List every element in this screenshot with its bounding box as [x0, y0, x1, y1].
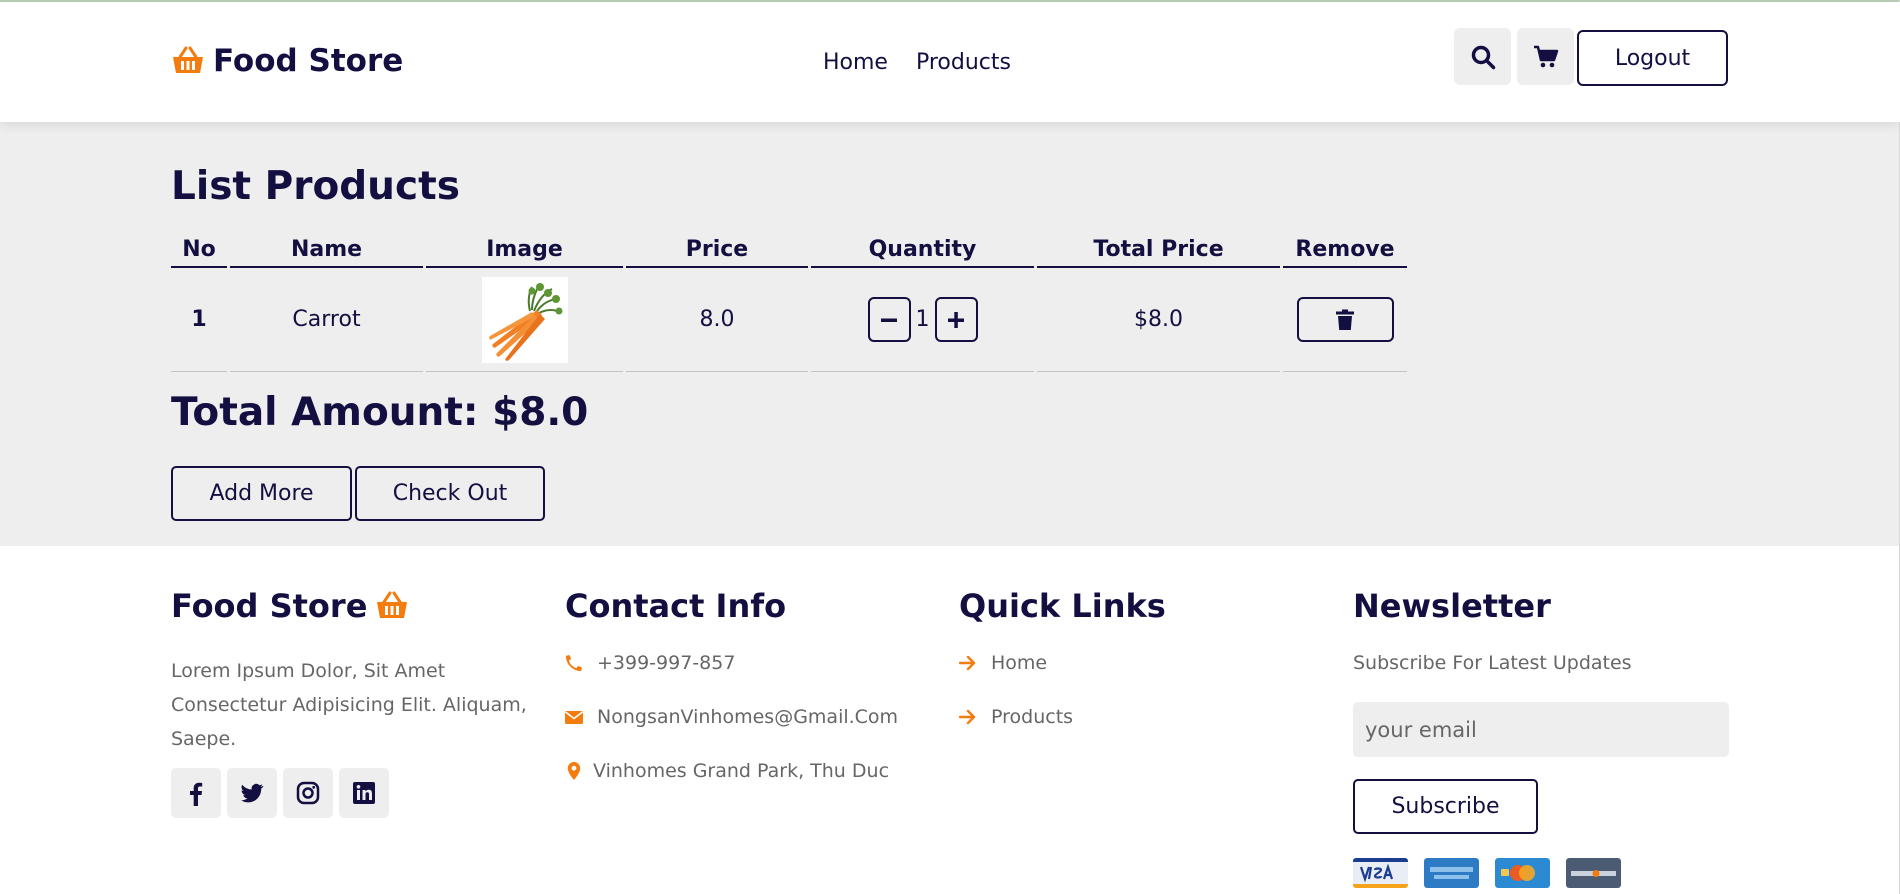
col-header-price: Price [626, 228, 808, 268]
col-header-remove: Remove [1283, 228, 1407, 268]
col-header-name: Name [230, 228, 423, 268]
quicklink-home[interactable]: Home [959, 648, 1166, 678]
footer-brand-description: Lorem Ipsum Dolor, Sit Amet Consectetur … [171, 660, 527, 750]
quantity-stepper: 1 [867, 297, 978, 342]
footer-newsletter-column: Newsletter Subscribe For Latest Updates … [1353, 586, 1729, 888]
trash-icon [1336, 309, 1354, 330]
mastercard-icon [1495, 858, 1550, 888]
quicklinks-list: Home Products [959, 648, 1166, 732]
minus-icon [881, 318, 897, 322]
cart-button[interactable] [1517, 28, 1574, 85]
nav-home[interactable]: Home [823, 50, 888, 75]
contact-phone-text: +399-997-857 [597, 652, 736, 674]
row-price: 8.0 [626, 268, 808, 372]
basket-icon [377, 591, 408, 618]
discover-card-icon [1566, 858, 1621, 888]
quicklinks-title: Quick Links [959, 587, 1166, 625]
brand-logo[interactable]: Food Store [171, 43, 403, 79]
facebook-icon [190, 782, 203, 806]
contact-email-text: NongsanVinhomes@Gmail.Com [597, 706, 899, 728]
quicklink-home-label: Home [991, 652, 1048, 674]
envelope-icon [565, 711, 583, 724]
nav-products[interactable]: Products [916, 50, 1011, 75]
linkedin-icon [353, 782, 375, 804]
instagram-link[interactable] [283, 768, 333, 818]
cart-icon [1533, 45, 1558, 67]
decrease-quantity-button[interactable] [867, 297, 911, 342]
subscribe-button[interactable]: Subscribe [1353, 779, 1538, 834]
amex-card-icon [1424, 858, 1479, 888]
row-quantity-cell: 1 [811, 268, 1034, 372]
twitter-link[interactable] [227, 768, 277, 818]
payment-cards [1353, 858, 1729, 888]
brand-name: Food Store [213, 43, 404, 79]
site-footer: Food Store Lorem Ipsum Dolor, Sit Amet C… [0, 546, 1899, 894]
row-name: Carrot [230, 268, 423, 372]
table-row: 1 Carrot 8.0 1 $8.0 [171, 268, 1407, 372]
contact-title: Contact Info [565, 587, 787, 625]
quicklink-products-label: Products [991, 706, 1074, 728]
newsletter-subtitle: Subscribe For Latest Updates [1353, 652, 1632, 674]
main-nav: Home Products [823, 50, 1011, 75]
footer-quicklinks-column: Quick Links Home Products [959, 586, 1166, 732]
site-header: Food Store Home Products Logout [0, 2, 1900, 122]
remove-item-button[interactable] [1296, 297, 1394, 342]
plus-icon [948, 311, 964, 328]
contact-list: +399-997-857 NongsanVinhomes@Gmail.Com V… [565, 648, 898, 786]
footer-brand-title: Food Store [171, 586, 541, 626]
facebook-link[interactable] [171, 768, 221, 818]
page-title: List Products [171, 164, 460, 209]
contact-phone[interactable]: +399-997-857 [565, 648, 898, 678]
col-header-image: Image [426, 228, 623, 268]
row-total-price: $8.0 [1037, 268, 1280, 372]
add-more-button[interactable]: Add More [171, 466, 352, 521]
instagram-icon [296, 781, 320, 805]
social-links [171, 768, 541, 818]
total-amount: Total Amount: $8.0 [171, 390, 589, 435]
quicklink-products[interactable]: Products [959, 702, 1166, 732]
linkedin-link[interactable] [339, 768, 389, 818]
products-table: No Name Image Price Quantity Total Price… [168, 228, 1410, 372]
col-header-no: No [171, 228, 227, 268]
phone-icon [565, 655, 582, 672]
map-marker-icon [567, 762, 581, 780]
table-header-row: No Name Image Price Quantity Total Price… [171, 228, 1407, 268]
row-image-cell [426, 268, 623, 372]
checkout-button[interactable]: Check Out [355, 466, 545, 521]
newsletter-title: Newsletter [1353, 587, 1551, 625]
quantity-value: 1 [915, 307, 930, 332]
search-icon [1471, 45, 1495, 69]
footer-brand-column: Food Store Lorem Ipsum Dolor, Sit Amet C… [171, 586, 541, 818]
contact-address[interactable]: Vinhomes Grand Park, Thu Duc [565, 756, 898, 786]
visa-card-icon [1353, 858, 1408, 888]
arrow-right-icon [959, 709, 976, 725]
carrot-image [481, 276, 568, 363]
cart-section: List Products No Name Image Price Quanti… [0, 122, 1899, 546]
search-button[interactable] [1454, 28, 1511, 85]
col-header-total-price: Total Price [1037, 228, 1280, 268]
row-no: 1 [171, 268, 227, 372]
footer-contact-column: Contact Info +399-997-857 NongsanVinhome… [565, 586, 898, 786]
newsletter-email-input[interactable] [1353, 702, 1729, 757]
row-remove-cell [1283, 268, 1407, 372]
footer-brand-name: Food Store [171, 587, 368, 625]
logout-button[interactable]: Logout [1577, 30, 1728, 86]
contact-email[interactable]: NongsanVinhomes@Gmail.Com [565, 702, 898, 732]
contact-address-text: Vinhomes Grand Park, Thu Duc [593, 760, 890, 782]
arrow-right-icon [959, 655, 976, 671]
twitter-icon [241, 783, 264, 803]
basket-icon [173, 46, 203, 73]
increase-quantity-button[interactable] [934, 297, 978, 342]
col-header-quantity: Quantity [811, 228, 1034, 268]
